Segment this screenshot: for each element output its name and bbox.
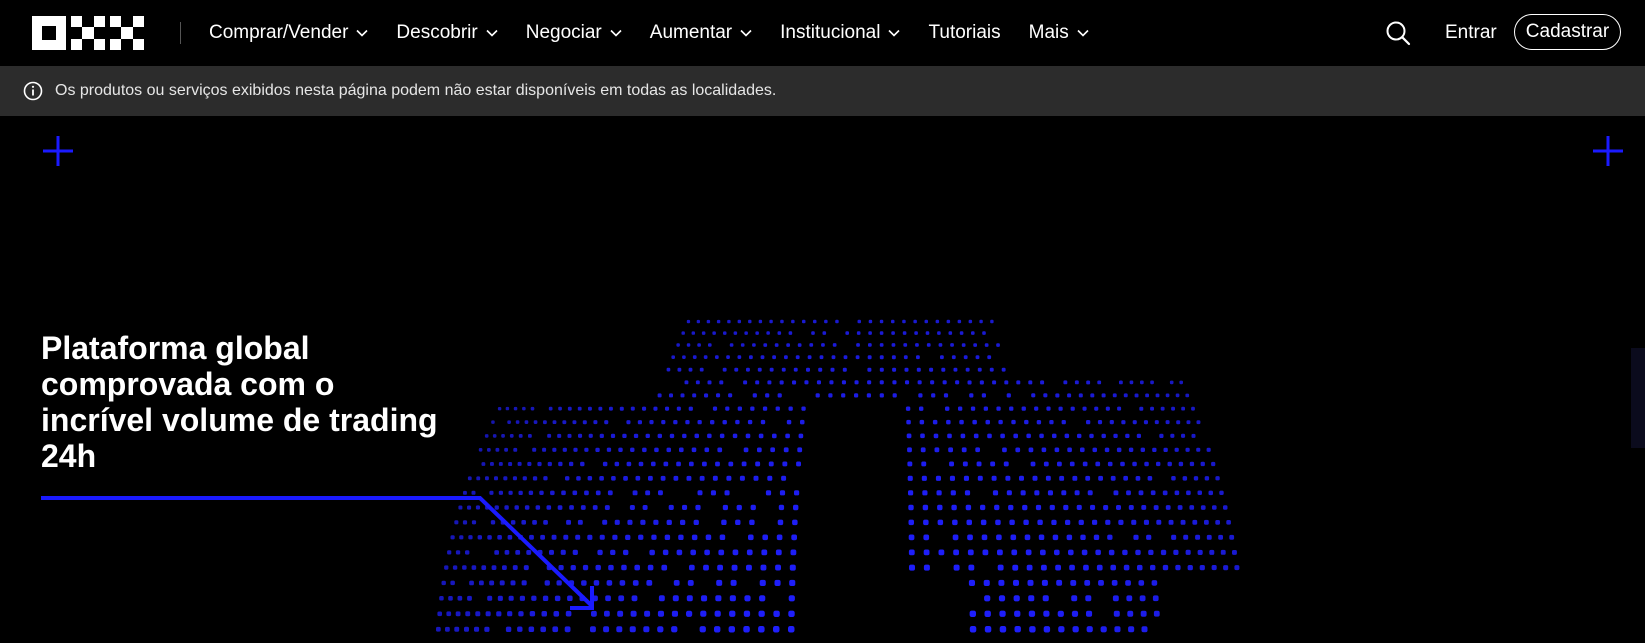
- hero-headline: Plataforma global comprovada com o incrí…: [41, 330, 441, 474]
- headline-line: Plataforma global: [41, 330, 310, 366]
- nav-item-negociar[interactable]: Negociar: [526, 0, 622, 66]
- chevron-down-icon: [356, 29, 368, 37]
- top-navigation: Comprar/Vender Descobrir Negociar Aument…: [0, 0, 1645, 66]
- headline-line: comprovada com o: [41, 366, 335, 402]
- headline-line: incrível volume de trading: [41, 402, 438, 438]
- chevron-down-icon: [888, 29, 901, 37]
- nav-item-comprar-vender[interactable]: Comprar/Vender: [209, 0, 368, 66]
- nav-item-mais[interactable]: Mais: [1029, 0, 1089, 66]
- chevron-down-icon: [740, 29, 752, 37]
- chevron-down-icon: [486, 29, 498, 37]
- nav-item-label: Aumentar: [649, 22, 733, 43]
- notice-text: Os produtos ou serviços exibidos nesta p…: [55, 82, 777, 99]
- nav-item-label: Comprar/Vender: [209, 22, 349, 43]
- chevron-down-icon: [1077, 29, 1089, 37]
- nav-item-tutoriais[interactable]: Tutoriais: [928, 0, 1000, 66]
- scroll-edge-indicator: [1631, 348, 1645, 448]
- signup-button[interactable]: Cadastrar: [1514, 14, 1621, 50]
- nav-item-descobrir[interactable]: Descobrir: [396, 0, 498, 66]
- hero-section: Plataforma global comprovada com o incrí…: [0, 116, 1645, 643]
- search-icon[interactable]: [1385, 20, 1411, 46]
- login-link[interactable]: Entrar: [1445, 0, 1497, 66]
- main-menu: Comprar/Vender Descobrir Negociar Aument…: [209, 0, 1117, 66]
- nav-item-label: Descobrir: [396, 22, 478, 43]
- nav-item-aumentar[interactable]: Aumentar: [650, 0, 752, 66]
- info-icon: [23, 81, 43, 101]
- availability-notice: Os produtos ou serviços exibidos nesta p…: [0, 66, 1645, 116]
- chevron-down-icon: [610, 29, 622, 37]
- nav-item-label: Tutoriais: [928, 22, 1001, 43]
- arrow-decoration-icon: [41, 496, 594, 610]
- nav-divider: [180, 22, 181, 44]
- plus-decoration-icon: [1593, 136, 1623, 166]
- okx-logo[interactable]: [32, 16, 144, 50]
- nav-item-label: Institucional: [780, 22, 881, 43]
- headline-line: 24h: [41, 438, 97, 474]
- nav-item-institucional[interactable]: Institucional: [780, 0, 901, 66]
- nav-item-label: Mais: [1028, 22, 1069, 43]
- nav-item-label: Negociar: [525, 22, 602, 43]
- plus-decoration-icon: [43, 136, 73, 166]
